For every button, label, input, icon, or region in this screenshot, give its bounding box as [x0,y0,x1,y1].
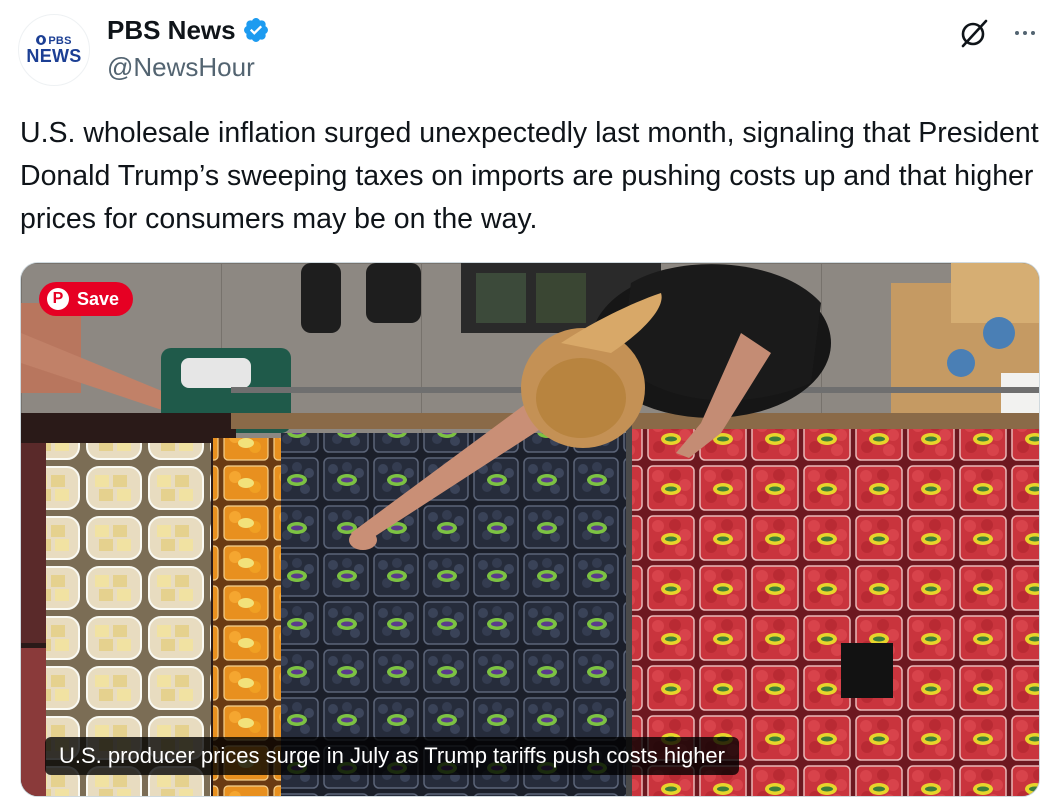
avatar-line2: NEWS [26,46,82,66]
grok-icon[interactable] [957,16,991,50]
tweet-text: U.S. wholesale inflation surged unexpect… [20,117,1039,235]
pinterest-save-button[interactable]: Save [39,282,134,316]
tweet-media[interactable]: Save U.S. producer prices surge in July … [20,262,1040,797]
handle[interactable]: @NewsHour [107,50,255,84]
produce-photo [21,263,1039,796]
media-caption: U.S. producer prices surge in July as Tr… [45,737,739,775]
pinterest-icon [47,288,69,310]
display-name[interactable]: PBS News [107,12,236,48]
save-label: Save [77,288,120,309]
avatar[interactable]: PBS NEWS [18,14,90,86]
verified-badge-icon [243,18,268,42]
pbs-logo-icon [36,35,47,45]
more-horizontal-icon[interactable] [1008,20,1042,46]
name-row: PBS News [107,12,270,48]
